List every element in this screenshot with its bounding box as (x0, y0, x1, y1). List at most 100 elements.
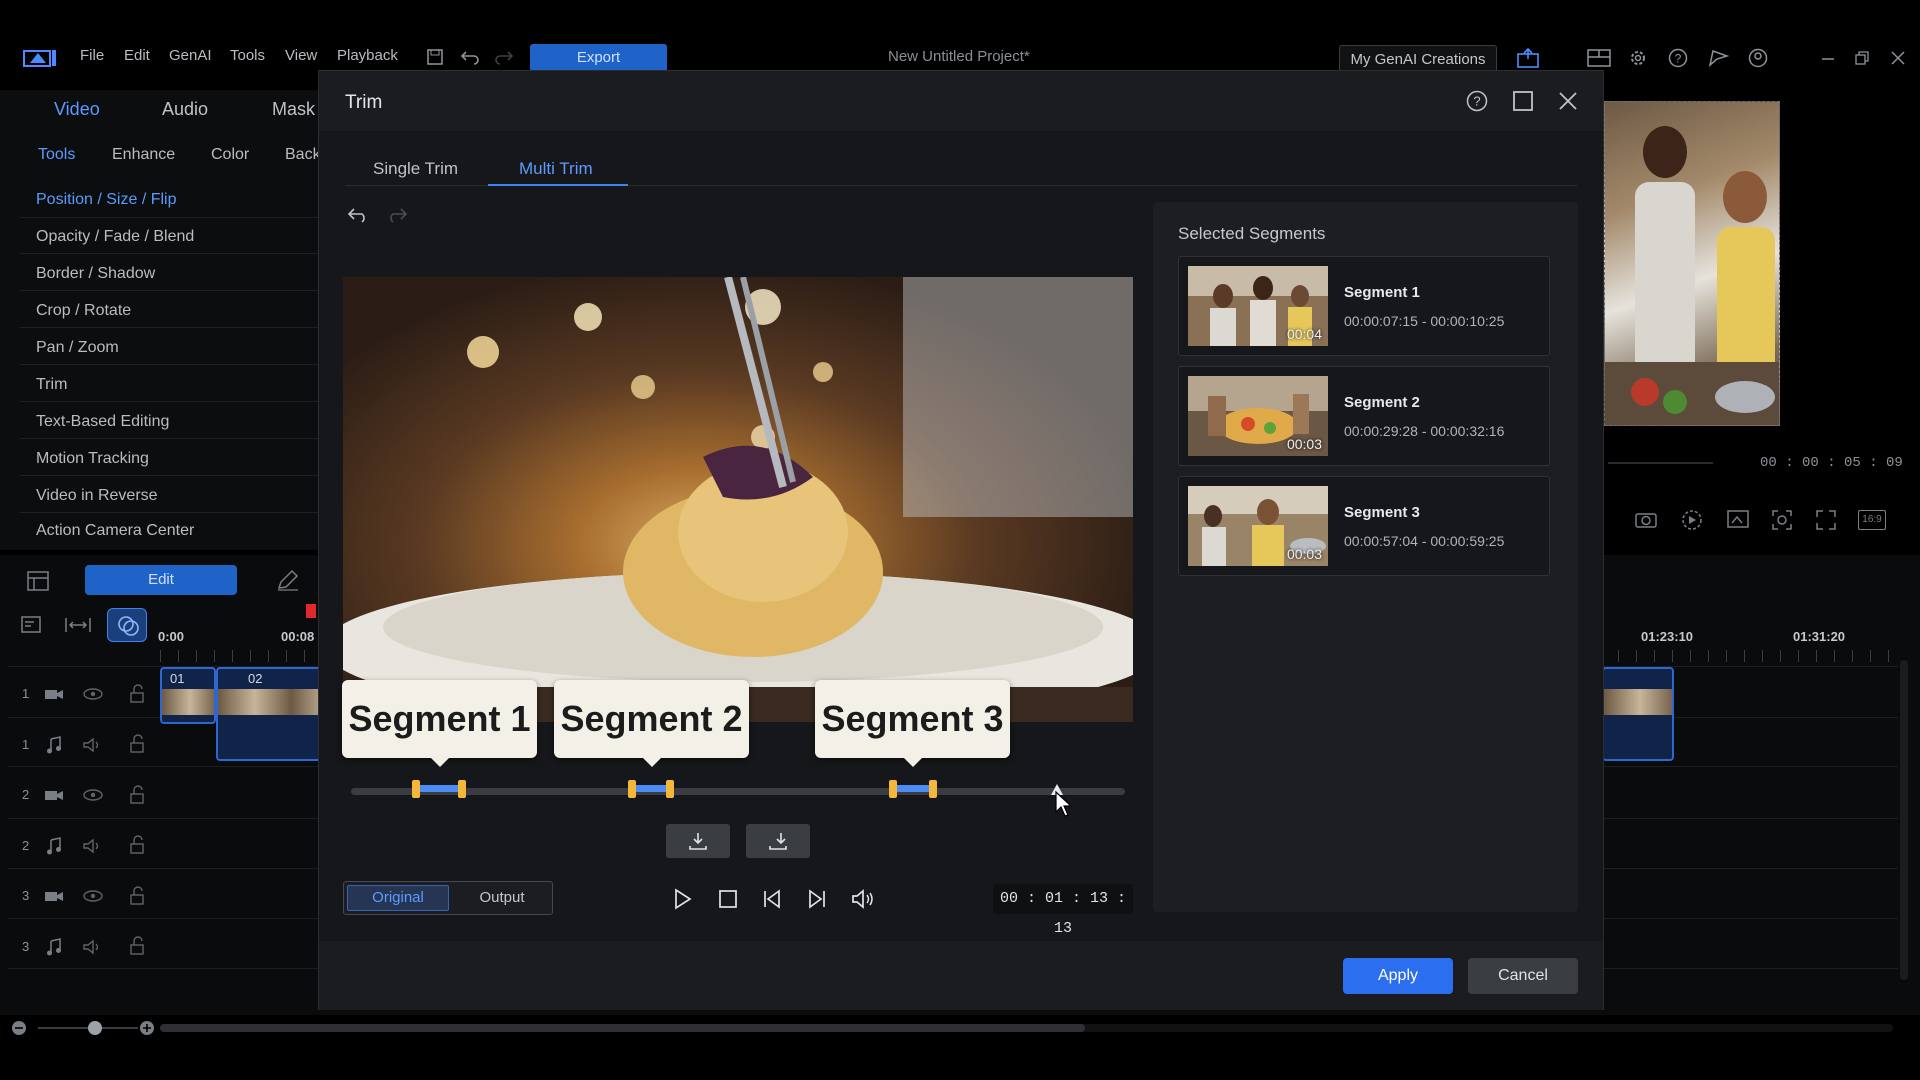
visibility-eye-icon[interactable] (82, 686, 104, 702)
timeline-clip-right[interactable] (1602, 667, 1674, 761)
lock-icon[interactable] (128, 936, 146, 956)
visibility-eye-icon[interactable] (82, 787, 104, 803)
export-button[interactable]: Export (530, 44, 667, 72)
speaker-icon[interactable] (82, 737, 104, 753)
minimize-icon[interactable] (1820, 52, 1836, 66)
play-icon[interactable] (671, 888, 693, 910)
maximize-icon[interactable] (1512, 90, 1534, 112)
subtab-enhance[interactable]: Enhance (112, 146, 175, 164)
segment-marker-2[interactable] (628, 780, 674, 798)
segment-end-handle[interactable] (458, 780, 466, 798)
zoom-in-icon[interactable] (139, 1020, 155, 1036)
tool-motion-tracking[interactable]: Motion Tracking (36, 450, 149, 468)
restore-icon[interactable] (1854, 50, 1870, 66)
tool-text-based-editing[interactable]: Text-Based Editing (36, 413, 169, 431)
preview-quality-icon[interactable] (1681, 509, 1703, 531)
undo-icon[interactable] (460, 49, 480, 65)
tool-crop-rotate[interactable]: Crop / Rotate (36, 302, 131, 320)
mark-in-button[interactable] (666, 824, 730, 858)
help-icon[interactable]: ? (1668, 48, 1688, 68)
menu-tools[interactable]: Tools (230, 47, 265, 64)
subtab-background[interactable]: Back (285, 146, 321, 164)
volume-icon[interactable] (851, 888, 877, 910)
tool-trim[interactable]: Trim (36, 376, 67, 394)
track-manager-icon[interactable] (20, 614, 44, 636)
tool-opacity-fade-blend[interactable]: Opacity / Fade / Blend (36, 228, 194, 246)
aspect-ratio-button[interactable]: 16:9 (1858, 510, 1886, 530)
menu-edit[interactable]: Edit (124, 47, 150, 64)
menu-genai[interactable]: GenAI (169, 47, 212, 64)
segment-end-handle[interactable] (666, 780, 674, 798)
redo-icon[interactable] (494, 49, 514, 65)
stop-icon[interactable] (717, 888, 739, 910)
segment-start-handle[interactable] (412, 780, 420, 798)
next-frame-icon[interactable] (806, 888, 828, 910)
timeline-view-icon[interactable] (26, 570, 50, 592)
display-mode-icon[interactable] (1726, 509, 1750, 529)
menu-file[interactable]: File (80, 47, 104, 64)
tool-action-camera-center[interactable]: Action Camera Center (36, 522, 194, 536)
tab-video[interactable]: Video (54, 99, 100, 120)
dialog-close-icon[interactable] (1558, 91, 1578, 111)
fullscreen-icon[interactable] (1815, 509, 1837, 531)
tab-mask[interactable]: Mask (272, 99, 315, 120)
timeline-clip-02[interactable]: 02 (216, 667, 326, 761)
zoom-slider-handle[interactable] (88, 1021, 102, 1035)
account-icon[interactable] (1748, 48, 1768, 68)
tool-video-in-reverse[interactable]: Video in Reverse (36, 487, 158, 505)
cancel-button[interactable]: Cancel (1468, 958, 1578, 994)
segment-end-handle[interactable] (929, 780, 937, 798)
visibility-eye-icon[interactable] (82, 888, 104, 904)
segment-card-1[interactable]: 00:04 Segment 1 00:00:07:15 - 00:00:10:2… (1178, 256, 1550, 356)
feedback-icon[interactable] (1707, 48, 1729, 68)
pen-tool-icon[interactable] (276, 569, 300, 591)
upload-icon[interactable] (1516, 47, 1540, 69)
zoom-out-icon[interactable] (11, 1020, 27, 1036)
zoom-preview-icon[interactable] (1771, 509, 1793, 531)
original-toggle[interactable]: Original (347, 885, 449, 911)
segment-marker-1[interactable] (412, 780, 466, 798)
layout-icon[interactable] (1587, 49, 1611, 67)
mark-out-button[interactable] (746, 824, 810, 858)
lock-icon[interactable] (128, 835, 146, 855)
edit-button[interactable]: Edit (85, 565, 237, 595)
magnetic-snap-button[interactable] (107, 608, 147, 642)
output-toggle[interactable]: Output (452, 885, 552, 911)
app-close-icon[interactable] (1890, 50, 1906, 66)
subtab-color[interactable]: Color (211, 146, 249, 164)
save-icon[interactable] (426, 48, 444, 66)
subtab-tools[interactable]: Tools (38, 146, 75, 164)
tab-single-trim[interactable]: Single Trim (373, 159, 458, 179)
lock-icon[interactable] (128, 886, 146, 906)
segment-card-2[interactable]: 00:03 Segment 2 00:00:29:28 - 00:00:32:1… (1178, 366, 1550, 466)
dialog-redo-icon[interactable] (386, 206, 408, 224)
segment-start-handle[interactable] (889, 780, 897, 798)
lock-icon[interactable] (128, 785, 146, 805)
trim-slider-track[interactable] (351, 788, 1125, 795)
dialog-help-icon[interactable]: ? (1466, 90, 1488, 112)
tool-border-shadow[interactable]: Border / Shadow (36, 265, 155, 283)
tool-position-size-flip[interactable]: Position / Size / Flip (36, 191, 177, 209)
settings-gear-icon[interactable] (1628, 48, 1648, 68)
playhead-marker[interactable] (306, 604, 316, 618)
lock-icon[interactable] (128, 734, 146, 754)
snapshot-camera-icon[interactable] (1634, 509, 1658, 529)
tool-pan-zoom[interactable]: Pan / Zoom (36, 339, 119, 357)
speaker-icon[interactable] (82, 838, 104, 854)
preview-scrubber[interactable] (1608, 462, 1713, 464)
segment-start-handle[interactable] (628, 780, 636, 798)
menu-view[interactable]: View (285, 47, 317, 64)
tab-audio[interactable]: Audio (162, 99, 208, 120)
segment-marker-3[interactable] (889, 780, 937, 798)
timeline-vertical-scrollbar[interactable] (1900, 660, 1908, 980)
speaker-icon[interactable] (82, 939, 104, 955)
menu-playback[interactable]: Playback (337, 47, 398, 64)
scrollbar-thumb[interactable] (160, 1024, 1085, 1032)
tab-multi-trim[interactable]: Multi Trim (519, 159, 593, 179)
lock-icon[interactable] (128, 684, 146, 704)
apply-button[interactable]: Apply (1343, 958, 1453, 994)
fit-timeline-icon[interactable] (64, 616, 92, 634)
dialog-undo-icon[interactable] (347, 206, 369, 224)
timeline-clip-01[interactable]: 01 (160, 667, 216, 724)
segment-card-3[interactable]: 00:03 Segment 3 00:00:57:04 - 00:00:59:2… (1178, 476, 1550, 576)
